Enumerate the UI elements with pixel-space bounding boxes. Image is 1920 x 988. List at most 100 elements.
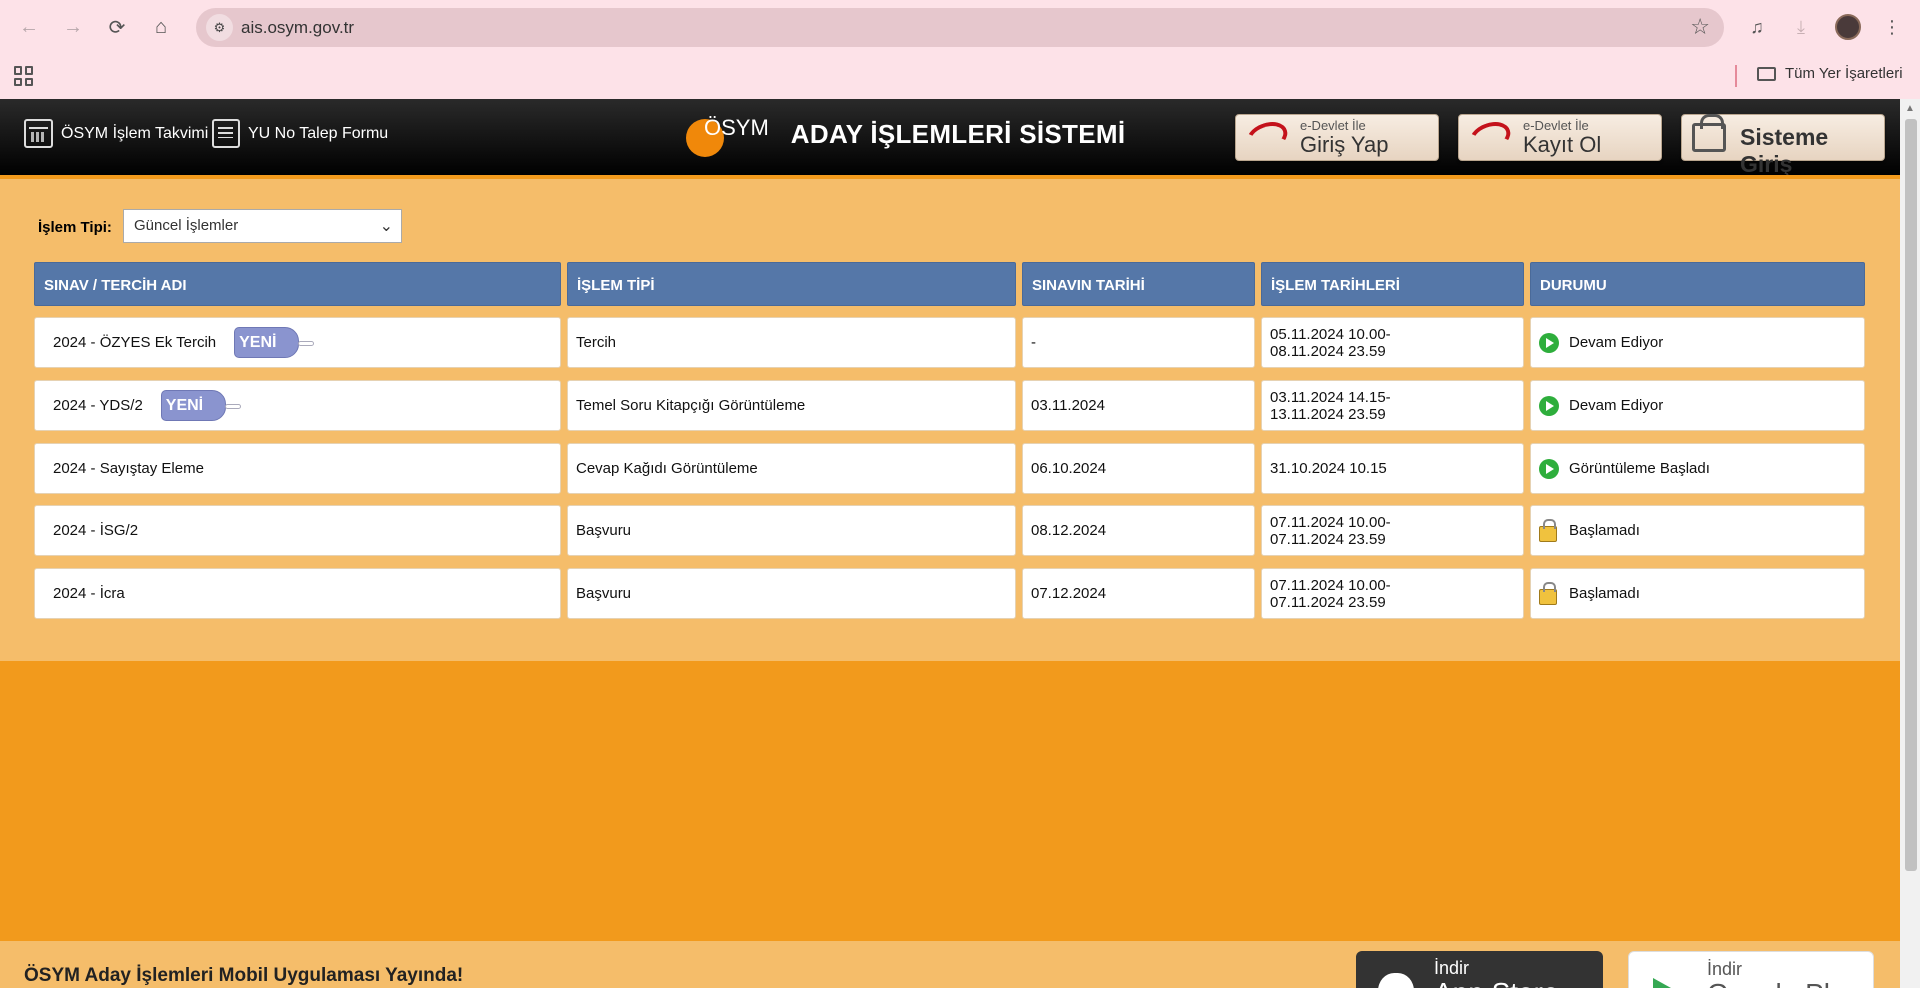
process-type-cell[interactable]: Tercih [567,317,1016,368]
yu-no-form-link[interactable]: YU No Talep Formu [212,119,388,148]
system-login-button[interactable]: Sisteme Giriş [1681,114,1885,177]
new-badge: YENİ [160,390,241,421]
process-dates-start: 07.11.2024 10.00- [1270,513,1391,531]
all-bookmarks-folder[interactable]: Tüm Yer İşaretleri [1757,65,1903,82]
home-icon[interactable]: ⌂ [146,12,176,42]
process-type-cell[interactable]: Temel Soru Kitapçığı Görüntüleme [567,380,1016,431]
media-control-icon[interactable]: ♫ [1742,12,1772,42]
exam-date-cell: 06.10.2024 [1022,443,1255,494]
column-header-status: DURUMU [1530,262,1865,306]
logo-text: ÖSYM [704,115,769,140]
process-type-cell[interactable]: Başvuru [567,505,1016,556]
table-row-name[interactable]: 2024 - İcra [34,568,561,619]
status-cell: Devam Ediyor [1530,380,1865,431]
lock-icon [1539,581,1557,605]
exam-name: 2024 - ÖZYES Ek Tercih [53,334,217,351]
google-play-button[interactable]: İndir Google Play [1628,951,1874,988]
play-icon [1539,395,1559,416]
play-icon [1539,458,1559,479]
edevlet-login-button[interactable]: e-Devlet İle Giriş Yap [1235,114,1439,161]
forward-icon[interactable]: → [58,12,88,42]
scroll-up-icon[interactable]: ▲ [1905,103,1915,114]
lock-icon [1539,518,1557,542]
status-cell: Devam Ediyor [1530,317,1865,368]
padlock-icon [1692,114,1726,152]
browser-toolbar: ← → ⟳ ⌂ ⚙ ais.osym.gov.tr ☆ ♫ ⤓ ⋮ [0,0,1920,55]
google-play-large: Google Play [1707,978,1860,988]
status-cell: Başlamadı [1530,568,1865,619]
scroll-thumb[interactable] [1905,119,1917,871]
app-store-large: App Store [1434,977,1559,988]
main-content: İşlem Tipi: Güncel İşlemler ⌄ SINAV / TE… [0,179,1900,661]
status-text: Devam Ediyor [1569,334,1664,351]
status-text: Devam Ediyor [1569,397,1664,414]
url-text: ais.osym.gov.tr [241,18,355,37]
bookmark-star-icon[interactable]: ☆ [1690,14,1710,40]
menu-icon[interactable]: ⋮ [1877,12,1907,42]
process-type-select[interactable]: Güncel İşlemler ⌄ [123,209,402,243]
process-dates-end: 08.11.2024 23.59 [1270,342,1386,360]
edevlet-register-large: Kayıt Ol [1523,132,1602,157]
process-type-label: İşlem Tipi: [38,219,112,236]
process-type-value: Güncel İşlemler [134,217,239,234]
system-login-label: Sisteme Giriş [1740,124,1829,177]
site-title: ADAY İŞLEMLERİ SİSTEMİ [790,118,1126,149]
bookmarks-bar: Tüm Yer İşaretleri [0,55,1920,99]
calendar-link[interactable]: ÖSYM İşlem Takvimi [24,119,208,148]
column-header-exam-date: SINAVIN TARİHİ [1022,262,1255,306]
form-icon [212,119,240,148]
page-viewport: ÖSYM İşlem Takvimi YU No Talep Formu ÖSY… [0,99,1900,988]
process-dates-cell: 31.10.2024 10.15 [1261,443,1524,494]
bookmarks-separator [1735,65,1737,87]
status-cell: Görüntüleme Başladı [1530,443,1865,494]
process-dates-end: 07.11.2024 23.59 [1270,593,1386,611]
site-header: ÖSYM İşlem Takvimi YU No Talep Formu ÖSY… [0,99,1900,177]
browser-chrome: ← → ⟳ ⌂ ⚙ ais.osym.gov.tr ☆ ♫ ⤓ ⋮ Tüm Ye… [0,0,1920,99]
site-info-icon[interactable]: ⚙ [206,14,233,41]
calendar-link-label: ÖSYM İşlem Takvimi [61,124,209,142]
reload-icon[interactable]: ⟳ [102,12,132,42]
back-icon[interactable]: ← [14,12,44,42]
google-play-icon [1653,978,1689,988]
page-scrollbar[interactable]: ▲ [1900,99,1920,988]
calendar-icon [24,119,53,148]
mobile-app-text: ÖSYM Aday İşlemleri Mobil Uygulaması Yay… [24,965,464,986]
table-row-name[interactable]: 2024 - İSG/2 [34,505,561,556]
edevlet-register-small: e-Devlet İle [1523,118,1589,133]
play-icon [1539,332,1559,353]
yu-no-form-label: YU No Talep Formu [248,124,389,142]
exam-name: 2024 - YDS/2 [53,397,143,414]
table-row-name[interactable]: 2024 - YDS/2 YENİ [34,380,561,431]
process-dates-cell: 05.11.2024 10.00- 08.11.2024 23.59 [1261,317,1524,368]
table-row-name[interactable]: 2024 - Sayıştay Eleme [34,443,561,494]
apps-grid-icon[interactable] [14,66,34,86]
exam-date-cell: - [1022,317,1255,368]
edevlet-login-large: Giriş Yap [1300,132,1389,157]
status-text: Görüntüleme Başladı [1569,460,1710,477]
exam-date-cell: 03.11.2024 [1022,380,1255,431]
chevron-down-icon: ⌄ [379,218,393,235]
profile-avatar[interactable] [1835,14,1861,40]
download-icon[interactable]: ⤓ [1786,12,1816,42]
all-bookmarks-label: Tüm Yer İşaretleri [1785,65,1903,82]
column-header-process-type: İŞLEM TİPİ [567,262,1016,306]
process-dates-cell: 03.11.2024 14.15- 13.11.2024 23.59 [1261,380,1524,431]
process-type-cell[interactable]: Cevap Kağıdı Görüntüleme [567,443,1016,494]
table-row-name[interactable]: 2024 - ÖZYES Ek Tercih YENİ [34,317,561,368]
app-store-button[interactable]: İndir App Store [1356,951,1603,988]
edevlet-register-button[interactable]: e-Devlet İle Kayıt Ol [1458,114,1662,161]
address-bar[interactable]: ⚙ ais.osym.gov.tr ☆ [196,8,1724,47]
apple-icon [1378,973,1414,988]
process-type-cell[interactable]: Başvuru [567,568,1016,619]
process-dates-cell: 07.11.2024 10.00- 07.11.2024 23.59 [1261,505,1524,556]
column-header-exam-name: SINAV / TERCİH ADI [34,262,561,306]
exam-name: 2024 - İcra [53,585,125,602]
edevlet-icon [1465,116,1515,158]
process-dates-start: 07.11.2024 10.00- [1270,576,1391,594]
column-header-process-dates: İŞLEM TARİHLERİ [1261,262,1524,306]
process-dates-start: 05.11.2024 10.00- [1270,325,1391,343]
app-store-small: İndir [1434,958,1470,978]
process-dates-end: 07.11.2024 23.59 [1270,530,1386,548]
brand[interactable]: ÖSYM ADAY İŞLEMLERİ SİSTEMİ [686,115,1126,157]
edevlet-icon [1242,116,1292,158]
